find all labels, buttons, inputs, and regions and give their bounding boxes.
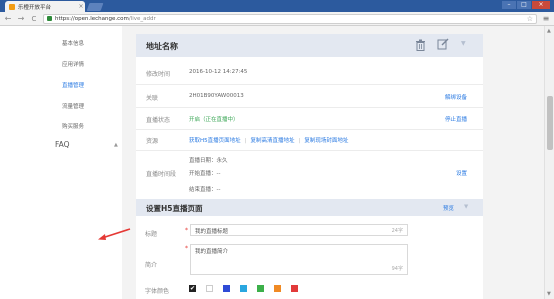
chevron-down-icon[interactable]: ▼ — [464, 204, 468, 210]
link-separator: | — [298, 138, 301, 144]
set-schedule-link[interactable]: 设置 — [456, 169, 467, 177]
chevron-down-icon[interactable]: ▼ — [461, 40, 466, 47]
intro-input-value: 我的直播简介 — [195, 249, 229, 255]
modified-time-value: 2016-10-12 14:27:45 — [189, 69, 248, 75]
device-label: 关联 — [146, 95, 159, 102]
resource-label: 资源 — [146, 138, 159, 145]
browser-menu-icon[interactable]: ≡ — [542, 14, 550, 23]
reload-button[interactable]: C — [30, 14, 38, 24]
font-color-swatches: ✔ — [189, 285, 298, 292]
live-start-value: 开始直播：-- — [189, 171, 221, 177]
live-date-value: 直播日期：永久 — [189, 158, 228, 164]
page-scrollbar[interactable]: ▲ ▼ — [544, 26, 554, 299]
get-h5-url-link[interactable]: 获取H5直播页面地址 — [189, 138, 241, 144]
browser-tab[interactable]: 乐橙开放平台 × — [5, 1, 85, 12]
h5-settings-title: 设置H5直播页面 — [146, 204, 203, 213]
window-controls: – □ × — [502, 1, 550, 9]
tab-close-icon[interactable]: × — [77, 3, 85, 10]
edit-icon[interactable] — [437, 38, 449, 50]
live-period-label: 直播时间段 — [146, 171, 177, 178]
live-status-value: 开启（正在直播中） — [189, 117, 239, 123]
color-swatch-white[interactable] — [206, 285, 213, 292]
color-swatch-orange[interactable] — [274, 285, 281, 292]
back-button[interactable]: ← — [4, 14, 12, 24]
modified-time-label: 修改时间 — [146, 71, 171, 78]
page-content: 基本信息 应用详情 直播管理 流量管理 购买服务 FAQ ▲ 地址名称 ▼ 修改… — [0, 26, 554, 299]
title-input[interactable]: 我的直播标题 24字 — [190, 224, 408, 236]
scroll-thumb[interactable] — [547, 96, 553, 150]
new-tab-button[interactable] — [86, 3, 104, 11]
sidebar-item-basic-info[interactable]: 基本信息 — [62, 39, 84, 47]
tab-title: 乐橙开放平台 — [18, 4, 52, 11]
checkmark-icon: ✔ — [189, 285, 196, 292]
divider — [136, 150, 483, 151]
trash-icon[interactable] — [415, 39, 426, 51]
site-favicon-icon — [9, 3, 15, 10]
sidebar-item-traffic-management[interactable]: 流量管理 — [62, 102, 84, 110]
copy-cover-url-link[interactable]: 复制现场封面地址 — [304, 138, 348, 144]
divider — [136, 129, 483, 130]
lock-icon — [47, 16, 52, 21]
url-path: /live_addr — [128, 15, 156, 22]
sidebar-item-faq[interactable]: FAQ — [55, 140, 70, 149]
link-separator: | — [244, 138, 247, 144]
intro-field-label: 简介 — [145, 262, 158, 269]
h5-settings-header: 设置H5直播页面 预览 ▼ — [136, 199, 483, 216]
url-input[interactable]: https://open.lechange.com/live_addr ☆ — [43, 13, 537, 24]
address-bar: ← → C https://open.lechange.com/live_add… — [0, 12, 554, 26]
live-end-value: 结束直播：-- — [189, 187, 221, 193]
panel-title: 地址名称 — [146, 42, 178, 51]
preview-link[interactable]: 预览 — [443, 204, 454, 212]
color-swatch-light-blue[interactable] — [240, 285, 247, 292]
chevron-up-icon[interactable]: ▲ — [114, 142, 118, 148]
minimize-button[interactable]: – — [502, 1, 516, 9]
annotation-arrow-icon — [98, 228, 131, 240]
url-host: https://open.lechange.com — [55, 15, 129, 22]
color-swatch-blue[interactable] — [223, 285, 230, 292]
maximize-button[interactable]: □ — [517, 1, 531, 9]
forward-button[interactable]: → — [17, 14, 25, 24]
sidebar-item-purchase-service[interactable]: 购买服务 — [62, 122, 84, 130]
url-text: https://open.lechange.com/live_addr — [55, 16, 156, 22]
live-address-panel: 地址名称 ▼ 修改时间 2016-10-12 14:27:45 关联 2H01B… — [98, 34, 483, 299]
stop-live-link[interactable]: 停止直播 — [445, 115, 467, 123]
sidebar-item-live-management[interactable]: 直播管理 — [62, 81, 84, 89]
divider — [136, 84, 483, 85]
font-color-label: 字体颜色 — [145, 288, 170, 295]
required-mark: * — [185, 245, 188, 252]
scroll-up-icon[interactable]: ▲ — [547, 28, 551, 34]
scroll-down-icon[interactable]: ▼ — [547, 291, 551, 297]
color-swatch-green[interactable] — [257, 285, 264, 292]
color-swatch-red[interactable] — [291, 285, 298, 292]
sidebar-item-app-details[interactable]: 应用详情 — [62, 60, 84, 68]
bookmark-star-icon[interactable]: ☆ — [527, 15, 536, 23]
device-serial-value: 2H01B90YAW00013 — [189, 93, 244, 99]
live-status-label: 直播状态 — [146, 117, 171, 124]
title-char-count: 24字 — [391, 228, 403, 234]
divider — [136, 107, 483, 108]
intro-char-count: 94字 — [391, 266, 403, 272]
unbind-device-link[interactable]: 解绑设备 — [445, 93, 467, 101]
title-field-label: 标题 — [145, 231, 158, 238]
intro-textarea[interactable]: 我的直播简介 94字 — [190, 244, 408, 275]
resource-links: 获取H5直播页面地址 | 复制高清直播地址 | 复制现场封面地址 — [189, 136, 348, 144]
title-input-value: 我的直播标题 — [195, 229, 229, 235]
color-swatch-black[interactable]: ✔ — [189, 285, 196, 292]
copy-hd-url-link[interactable]: 复制高清直播地址 — [251, 138, 295, 144]
sidebar: 基本信息 应用详情 直播管理 流量管理 购买服务 FAQ ▲ — [0, 26, 122, 299]
panel-header: 地址名称 ▼ — [136, 34, 483, 57]
required-mark: * — [185, 227, 188, 234]
browser-tab-strip: 乐橙开放平台 × – □ × — [0, 0, 554, 12]
close-window-button[interactable]: × — [532, 1, 550, 9]
